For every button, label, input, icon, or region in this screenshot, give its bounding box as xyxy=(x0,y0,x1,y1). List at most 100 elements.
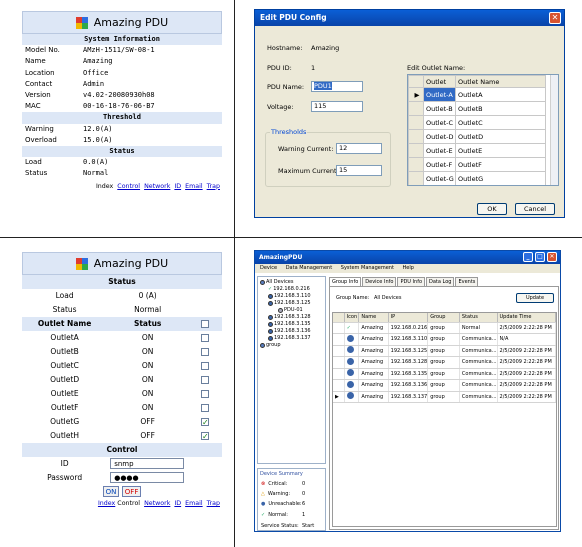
password-input[interactable]: ●●●● xyxy=(110,472,185,483)
device-row[interactable]: ✓ Amazing 192.168.0.216 group Normal 2/5/2009… xyxy=(333,322,556,334)
group-info-panel: Group Name: All Devices Update Icon Name… xyxy=(329,286,559,530)
vertical-divider xyxy=(234,0,235,547)
tab-device-info[interactable]: Device Info xyxy=(362,277,397,286)
outlet-checkbox[interactable] xyxy=(201,390,210,398)
outlet-row: OutletE ON xyxy=(22,387,222,401)
nav-link-id[interactable]: ID xyxy=(174,500,181,507)
nav-links: Index Control Network ID Email Trap xyxy=(22,183,222,190)
device-row[interactable]: Amazing 192.168.3.135 group Communica... 2/5… xyxy=(333,368,556,380)
col-status[interactable]: Status xyxy=(459,313,498,323)
outlet-name-header: Outlet Name xyxy=(22,317,108,331)
close-icon[interactable]: ✕ xyxy=(549,12,561,24)
close-icon[interactable]: ✕ xyxy=(547,252,557,262)
tree-node[interactable]: 192.168.3.135 xyxy=(268,321,311,328)
grid-scrollbar[interactable] xyxy=(550,75,558,185)
tree-node[interactable]: 192.168.3.125 xyxy=(268,300,311,307)
menu-device[interactable]: Device xyxy=(260,265,277,271)
nav-link-trap[interactable]: Trap xyxy=(207,500,220,507)
nav-link-control[interactable]: Control xyxy=(117,500,140,507)
menu-help[interactable]: Help xyxy=(403,265,414,271)
service-status-label: Service Status: xyxy=(261,523,299,529)
pdu-logo-icon xyxy=(75,16,89,29)
section-system-info: System Information xyxy=(22,34,222,46)
outlet-checkbox[interactable] xyxy=(201,404,210,412)
edit-pdu-config-dialog: Edit PDU Config ✕ Hostname: Amazing PDU … xyxy=(254,9,565,218)
menu-data-management[interactable]: Data Management xyxy=(286,265,332,271)
tree-node[interactable]: 192.168.3.136 xyxy=(268,328,311,335)
tree-node-group[interactable]: group xyxy=(260,342,281,349)
tab-pdu-info[interactable]: PDU Info xyxy=(397,277,426,286)
device-row[interactable]: Amazing 192.168.3.110 group Communica... N/A xyxy=(333,333,556,346)
device-icon xyxy=(268,336,273,341)
pdu-id-value: 1 xyxy=(311,64,316,72)
ok-button[interactable]: OK xyxy=(477,203,507,215)
summary-row: ⊗ Critical: xyxy=(261,481,288,487)
off-button[interactable]: OFF xyxy=(121,486,142,497)
nav-link-control[interactable]: Control xyxy=(117,183,140,190)
outlet-checkbox[interactable] xyxy=(201,334,210,342)
grid-row[interactable]: Outlet-C OutletC xyxy=(408,115,546,130)
unreachable-icon xyxy=(346,357,354,365)
pdu-name-input[interactable]: PDU1 xyxy=(311,81,363,92)
nav-link-id[interactable]: ID xyxy=(174,183,181,190)
menu-system-management[interactable]: System Management xyxy=(341,265,394,271)
grid-row[interactable]: ▶ Outlet-A OutletA xyxy=(408,87,546,102)
minimize-icon[interactable]: _ xyxy=(523,252,533,262)
grid-row[interactable]: Outlet-D OutletD xyxy=(408,129,546,144)
device-icon xyxy=(268,322,273,327)
summary-row: ✓ Normal: xyxy=(261,512,288,518)
col-icon[interactable]: Icon xyxy=(344,313,360,323)
device-row[interactable]: Amazing 192.168.3.128 group Communica... 2/5… xyxy=(333,356,556,369)
tree-node[interactable]: 192.168.3.128 xyxy=(268,314,311,321)
nav-link-email[interactable]: Email xyxy=(185,500,202,507)
outlet-checkbox[interactable] xyxy=(201,362,210,370)
nav-link-network[interactable]: Network xyxy=(144,500,170,507)
service-status-value: Start xyxy=(302,523,315,529)
update-button[interactable]: Update xyxy=(516,293,554,303)
outlet-checkbox[interactable] xyxy=(201,416,210,430)
outlet-checkbox[interactable] xyxy=(201,376,210,384)
grid-row[interactable]: Outlet-F OutletF xyxy=(408,157,546,172)
tab-events[interactable]: Events xyxy=(455,277,479,286)
control-page: Amazing PDU Status Load 0 (A) Status Norma… xyxy=(22,252,222,507)
tree-node[interactable]: PDU-01 xyxy=(278,307,303,314)
grid-row[interactable]: Outlet-E OutletE xyxy=(408,143,546,158)
warning-current-input[interactable]: 12 xyxy=(336,143,382,154)
device-row[interactable]: Amazing 192.168.3.136 group Communica... 2/5… xyxy=(333,379,556,392)
outlet-row: OutletH OFF xyxy=(22,429,222,444)
normal-icon: ✓ xyxy=(261,512,266,518)
info-row: Load 0.0(A) xyxy=(25,158,109,167)
id-input[interactable]: snmp xyxy=(110,458,185,469)
maximum-current-input[interactable]: 15 xyxy=(336,165,382,176)
outlet-checkbox[interactable] xyxy=(201,348,210,356)
cancel-button[interactable]: Cancel xyxy=(515,203,555,215)
col-name[interactable]: Name xyxy=(358,313,389,323)
section-status: Status xyxy=(22,146,222,158)
nav-link-trap[interactable]: Trap xyxy=(207,183,220,190)
col-update-time[interactable]: Update Time xyxy=(497,313,556,323)
tab-data-log[interactable]: Data Log xyxy=(426,277,455,286)
edit-outlet-label: Edit Outlet Name: xyxy=(407,64,466,72)
tree-node[interactable]: ✓ 192.168.0.216 xyxy=(268,286,310,293)
col-ip[interactable]: IP xyxy=(388,313,429,323)
on-button[interactable]: ON xyxy=(102,486,120,497)
menu-bar: Device Data Management System Management… xyxy=(255,264,560,273)
tree-node-all-devices[interactable]: All Devices xyxy=(260,279,294,286)
outlet-checkbox[interactable] xyxy=(201,430,210,444)
voltage-input[interactable]: 115 xyxy=(311,101,363,112)
normal-icon: ✓ xyxy=(346,324,351,331)
tab-group-info[interactable]: Group Info xyxy=(329,277,362,286)
tree-node[interactable]: 192.168.3.110 xyxy=(268,293,311,300)
nav-link-network[interactable]: Network xyxy=(144,183,170,190)
maximize-icon[interactable]: □ xyxy=(535,252,545,262)
device-row[interactable]: ▶ Amazing 192.168.3.137 group Communica... 2/… xyxy=(333,391,556,403)
nav-link-email[interactable]: Email xyxy=(185,183,202,190)
col-group[interactable]: Group xyxy=(427,313,460,323)
grid-row[interactable]: Outlet-G OutletG xyxy=(408,171,546,185)
nav-link-index[interactable]: Index xyxy=(98,500,115,507)
device-row[interactable]: Amazing 192.168.3.125 group Communica... 2/5… xyxy=(333,345,556,357)
select-all-checkbox[interactable] xyxy=(201,320,210,328)
tree-node[interactable]: 192.168.3.137 xyxy=(268,335,311,342)
nav-link-index[interactable]: Index xyxy=(96,183,113,190)
grid-row[interactable]: Outlet-B OutletB xyxy=(408,101,546,116)
